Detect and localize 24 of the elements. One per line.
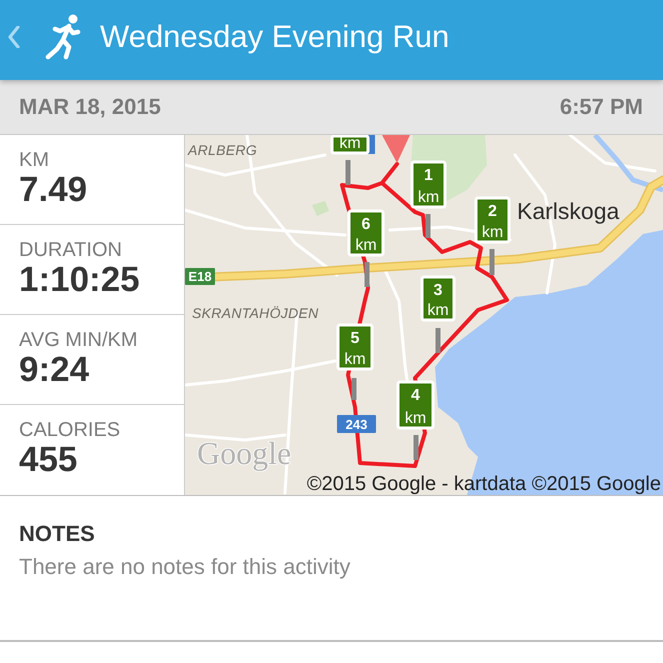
map-logo: Google [197,435,292,471]
notes-heading: NOTES [19,520,95,548]
place-label: Karlskoga [517,198,620,224]
stat-label: KM [19,149,49,171]
road-shield: 243 [337,415,376,433]
river-line [593,135,663,192]
stat-value: 1:10:25 [19,261,140,299]
stat-label: AVG MIN/KM [19,329,138,351]
stat-value: 7.49 [19,171,88,209]
back-icon[interactable] [8,26,20,48]
activity-date: MAR 18, 2015 [19,94,161,120]
map-attribution: ©2015 Google - kartdata ©2015 Google [306,473,661,495]
road-shield: E18 [185,268,215,285]
activity-time: 6:57 PM [560,94,643,120]
activity-title: Wednesday Evening Run [100,19,450,55]
park-area [312,201,329,216]
stat-label: DURATION [19,239,122,261]
stat-label: CALORIES [19,419,120,441]
place-label: ARLBERG [188,142,258,158]
notes-text: There are no notes for this activity [19,553,350,581]
place-label: SKRANTAHÖJDEN [192,305,319,321]
stat-value: 455 [19,441,78,479]
stat-value: 9:24 [19,351,90,389]
runner-icon [45,14,81,60]
